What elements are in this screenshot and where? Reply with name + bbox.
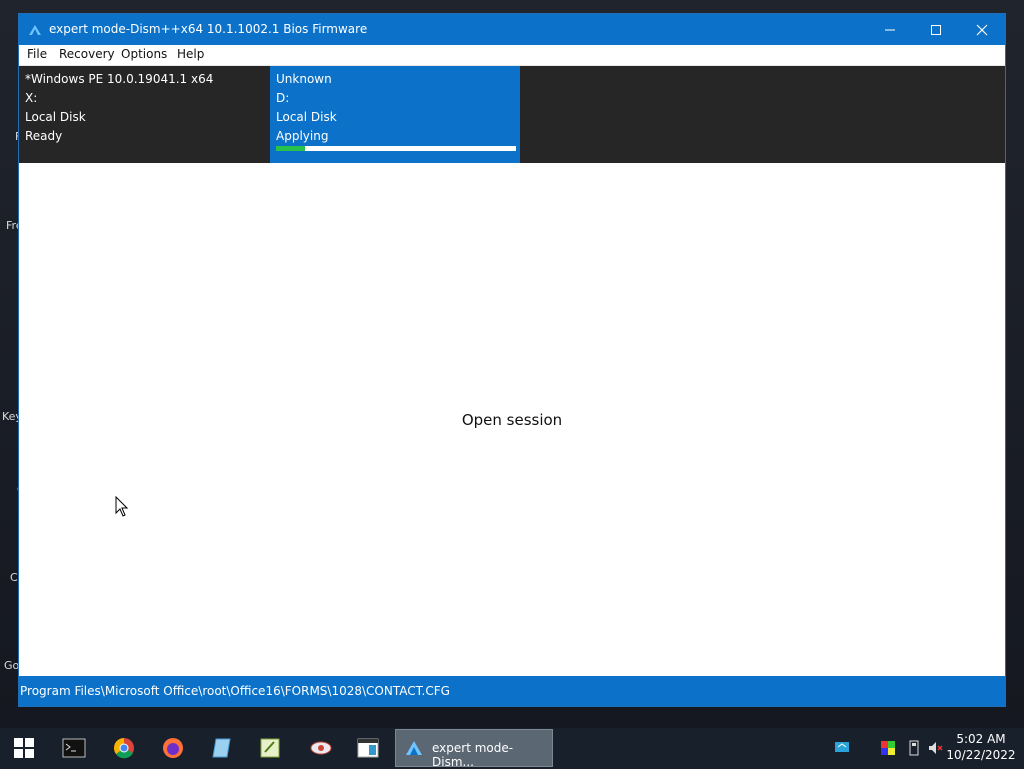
usb-drive-tray-icon[interactable] [906, 740, 922, 756]
app-window: expert mode-Dism++x64 10.1.1002.1 Bios F… [19, 14, 1005, 706]
taskbar-chrome[interactable] [110, 734, 138, 762]
status-bar: Program Files\Microsoft Office\root\Offi… [19, 676, 1005, 706]
session-name: Unknown [276, 72, 332, 86]
start-button[interactable] [10, 734, 38, 762]
window-title: expert mode-Dism++x64 10.1.1002.1 Bios F… [49, 22, 368, 36]
dism-taskbar-icon [406, 741, 422, 755]
desktop-icon-label: Go [4, 659, 20, 672]
network-tray-icon[interactable] [834, 740, 850, 756]
session-status: Applying [276, 129, 329, 143]
apply-progress-fill [276, 146, 305, 151]
windows-start-icon [14, 738, 34, 758]
taskbar-tool[interactable] [307, 734, 335, 762]
taskbar-editor[interactable] [256, 734, 284, 762]
command-prompt-icon [62, 738, 86, 758]
firefox-icon [163, 738, 183, 758]
close-button[interactable] [959, 14, 1005, 45]
window-app-icon [357, 738, 379, 758]
close-icon [976, 24, 988, 35]
taskbar-window[interactable] [354, 734, 382, 762]
menu-help[interactable]: Help [177, 47, 204, 61]
desktop-icon-label: C [10, 571, 18, 584]
minimize-icon [885, 29, 895, 30]
session-drive: D: [276, 91, 290, 105]
taskbar-dism-label: expert mode-Dism... [432, 741, 514, 769]
dism-app-icon [29, 25, 41, 35]
taskbar-dism-active[interactable]: expert mode-Dism... [395, 729, 553, 769]
clock-date: 10/22/2022 [946, 748, 1016, 762]
maximize-icon [931, 24, 941, 35]
session-list: *Windows PE 10.0.19041.1 x64 X: Local Di… [19, 66, 1005, 163]
taskbar: expert mode-Dism... 5:02 AM 10/22/2022 [0, 728, 1024, 769]
content-area: Open session [19, 164, 1005, 675]
session-name: *Windows PE 10.0.19041.1 x64 [25, 72, 214, 86]
session-card-unknown[interactable]: Unknown D: Local Disk Applying [270, 66, 520, 163]
apply-progress-bar [276, 146, 516, 151]
text-editor-icon [260, 738, 280, 758]
status-path: Program Files\Microsoft Office\root\Offi… [20, 684, 450, 698]
menu-recovery[interactable]: Recovery [59, 47, 115, 61]
session-status: Ready [25, 129, 63, 143]
taskbar-cmd[interactable] [60, 734, 88, 762]
taskbar-firefox[interactable] [159, 734, 187, 762]
menu-file[interactable]: File [27, 47, 47, 61]
system-clock[interactable]: 5:02 AM 10/22/2022 [942, 731, 1020, 763]
session-card-windows-pe[interactable]: *Windows PE 10.0.19041.1 x64 X: Local Di… [19, 66, 269, 163]
title-bar[interactable]: expert mode-Dism++x64 10.1.1002.1 Bios F… [19, 14, 1005, 45]
tool-icon [310, 741, 332, 755]
taskbar-notepad[interactable] [208, 734, 236, 762]
menu-bar: File Recovery Options Help [19, 45, 1005, 66]
maximize-button[interactable] [913, 14, 959, 45]
chrome-icon [114, 738, 134, 759]
minimize-button[interactable] [867, 14, 913, 45]
notepad-icon [212, 738, 231, 758]
session-drive: X: [25, 91, 38, 105]
session-type: Local Disk [276, 110, 337, 124]
menu-options[interactable]: Options [121, 47, 167, 61]
session-type: Local Disk [25, 110, 86, 124]
open-session-message[interactable]: Open session [19, 411, 1005, 429]
clock-time: 5:02 AM [956, 732, 1006, 746]
display-tray-icon[interactable] [880, 740, 896, 756]
mouse-cursor-icon [115, 496, 129, 517]
